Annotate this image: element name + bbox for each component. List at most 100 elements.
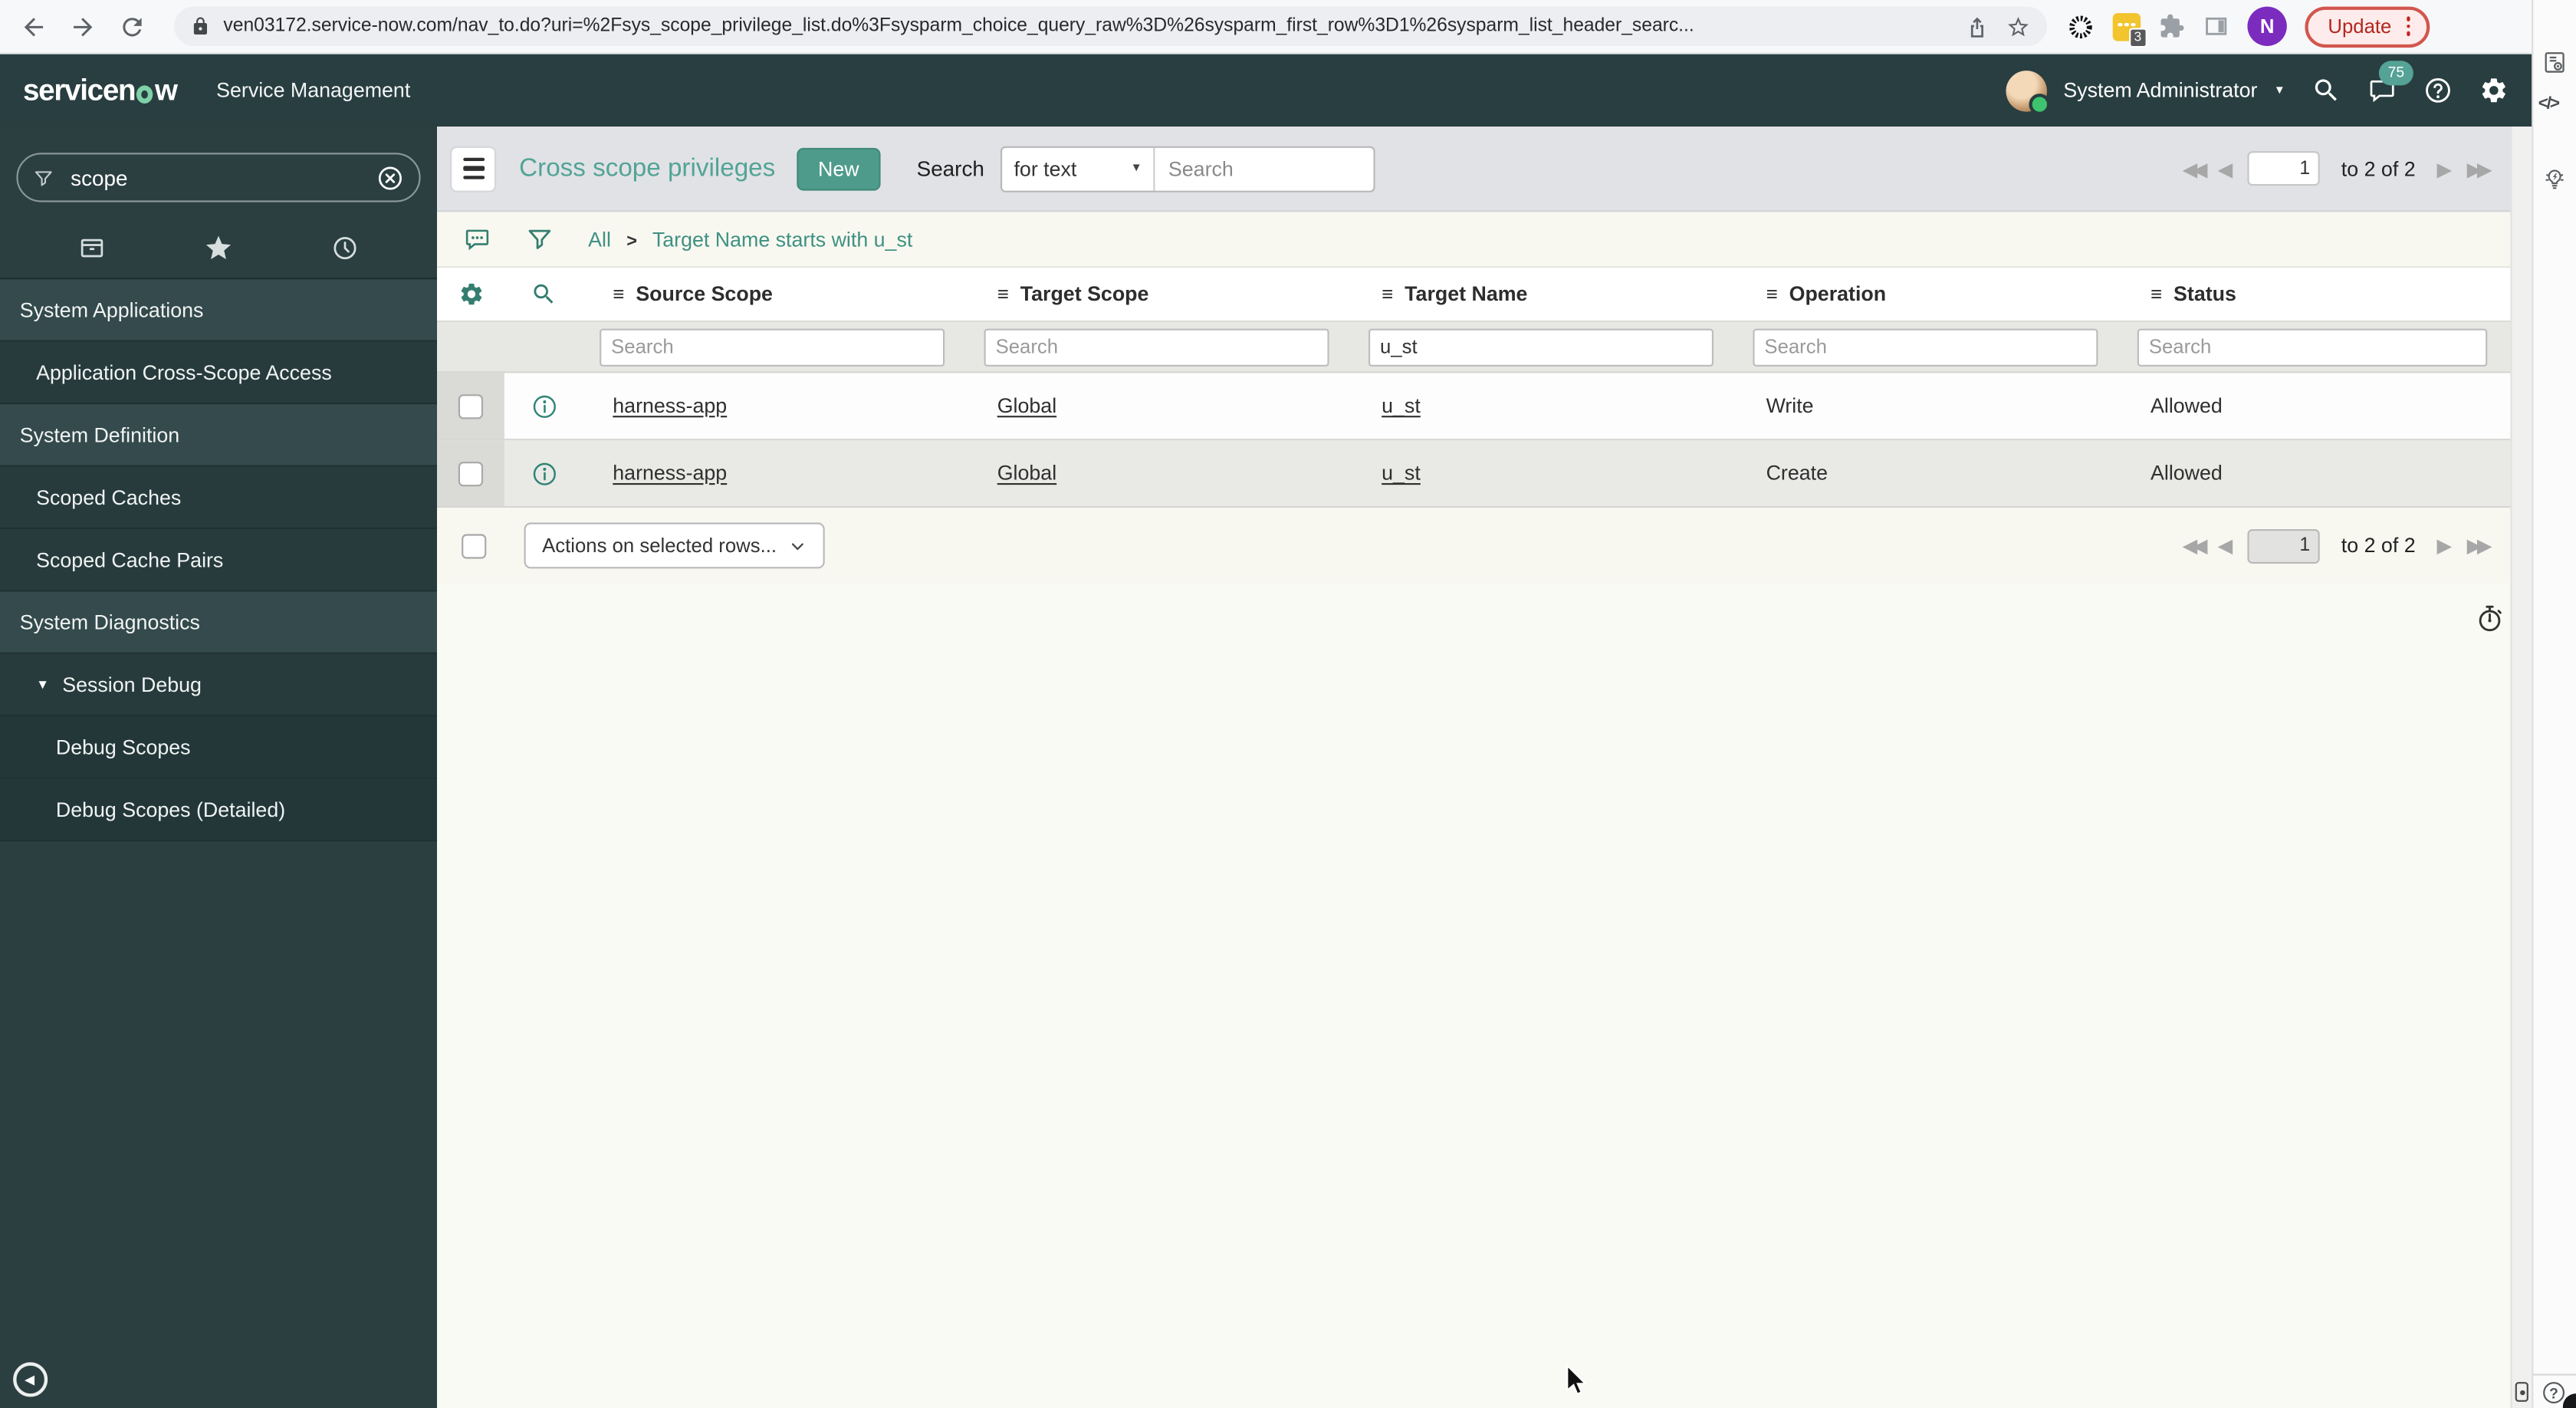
breadcrumb: All > Target Name starts with u_st [588, 228, 912, 251]
navigator-filter-input[interactable] [67, 163, 363, 192]
cell-target-scope-link[interactable]: Global [968, 373, 1352, 439]
search-type-select[interactable]: for text ▼ [1002, 147, 1153, 190]
sidebar-collapse-button[interactable]: ◀ [13, 1362, 48, 1397]
row-checkbox[interactable] [458, 393, 483, 419]
column-menu-icon[interactable]: ≡ [1382, 283, 1393, 306]
previous-page-icon[interactable]: ◀ [2218, 534, 2233, 557]
favorites-star-icon[interactable] [204, 233, 234, 263]
reading-list-icon[interactable] [2542, 49, 2568, 75]
sidebar-item-scoped-cache-pairs[interactable]: Scoped Cache Pairs [0, 529, 437, 592]
column-label: Target Scope [1020, 282, 1149, 306]
last-page-icon[interactable]: ▶▶ [2467, 534, 2492, 557]
cell-target-name-link[interactable]: u_st [1352, 373, 1737, 439]
scrollbar-marker-icon[interactable] [2515, 1382, 2528, 1402]
column-header-source-scope[interactable]: ≡ Source Scope [583, 268, 968, 321]
extensions-puzzle-icon[interactable] [2159, 13, 2185, 39]
user-menu[interactable]: System Administrator [2063, 79, 2257, 102]
side-panel-icon[interactable] [2203, 13, 2229, 39]
new-button[interactable]: New [797, 146, 881, 190]
filter-funnel-icon [33, 167, 54, 189]
breadcrumb-funnel-icon[interactable] [526, 225, 554, 253]
browser-back-icon[interactable] [20, 12, 48, 40]
application-navigator: System Applications Application Cross-Sc… [0, 127, 437, 1408]
code-icon[interactable]: </> [2538, 94, 2560, 113]
cell-source-scope-link[interactable]: harness-app [583, 373, 968, 439]
breadcrumb-filter-link[interactable]: Target Name starts with u_st [652, 228, 912, 251]
column-header-operation[interactable]: ≡ Operation [1737, 268, 2121, 321]
next-page-icon[interactable]: ▶ [2436, 157, 2452, 180]
help-icon[interactable] [2423, 76, 2453, 106]
list-settings-gear-icon[interactable] [458, 281, 484, 307]
servicenow-logo[interactable]: servicen w [23, 73, 178, 107]
column-menu-icon[interactable]: ≡ [613, 283, 624, 306]
row-checkbox[interactable] [458, 461, 483, 486]
sidebar-section-system-diagnostics[interactable]: System Diagnostics [0, 591, 437, 654]
column-menu-icon[interactable]: ≡ [2150, 283, 2162, 306]
strip-divider [2533, 1373, 2576, 1376]
column-menu-icon[interactable]: ≡ [1766, 283, 1778, 306]
url-text[interactable]: ven03172.service-now.com/nav_to.do?uri=%… [223, 16, 1951, 36]
response-time-stopwatch-icon[interactable] [2474, 603, 2505, 634]
column-header-target-scope[interactable]: ≡ Target Scope [968, 268, 1352, 321]
history-clock-icon[interactable] [330, 233, 360, 263]
browser-forward-icon[interactable] [69, 12, 97, 40]
column-header-target-name[interactable]: ≡ Target Name [1352, 268, 1737, 321]
record-info-icon[interactable] [530, 392, 557, 419]
chrome-update-button[interactable]: Update [2305, 5, 2430, 48]
filter-operation-input[interactable] [1753, 327, 2098, 366]
user-avatar[interactable] [2006, 70, 2051, 114]
breadcrumb-all-link[interactable]: All [588, 228, 611, 251]
page-number-input[interactable] [2247, 151, 2320, 186]
filter-status-input[interactable] [2137, 327, 2488, 366]
sidebar-item-debug-scopes[interactable]: Debug Scopes [0, 716, 437, 779]
list-search-input[interactable] [1153, 146, 1374, 190]
browser-profile-avatar[interactable]: N [2247, 6, 2287, 47]
cell-source-scope-link[interactable]: harness-app [583, 440, 968, 506]
vertical-scrollbar[interactable] [2510, 127, 2532, 1408]
address-bar[interactable]: ven03172.service-now.com/nav_to.do?uri=%… [174, 6, 2048, 47]
column-menu-icon[interactable]: ≡ [997, 283, 1009, 306]
sidebar-section-system-applications[interactable]: System Applications [0, 279, 437, 342]
clear-filter-icon[interactable] [376, 163, 404, 191]
actions-select[interactable]: Actions on selected rows... [524, 522, 825, 569]
column-header-status[interactable]: ≡ Status [2121, 268, 2510, 321]
sidebar-item-debug-scopes-detailed[interactable]: Debug Scopes (Detailed) [0, 778, 437, 842]
bookmark-star-icon[interactable] [2006, 14, 2030, 38]
extension-spinner-icon[interactable] [2067, 12, 2095, 40]
sidebar-group-session-debug[interactable]: ▼ Session Debug [0, 653, 437, 717]
filter-target-name-input[interactable] [1368, 327, 1714, 366]
last-page-icon[interactable]: ▶▶ [2467, 157, 2492, 180]
expand-triangle-icon[interactable]: ▼ [36, 677, 49, 692]
global-search-icon[interactable] [2312, 76, 2341, 106]
column-search-toggle-icon[interactable] [531, 281, 557, 307]
user-menu-caret-icon[interactable]: ▼ [2274, 84, 2285, 96]
lightbulb-icon[interactable] [2542, 166, 2568, 192]
list-title[interactable]: Cross scope privileges [519, 153, 775, 183]
connect-chat-button[interactable]: 75 [2367, 61, 2413, 105]
extension-badge: 3 [2128, 27, 2147, 48]
navigator-filter[interactable] [16, 153, 421, 202]
extension-yellow-icon[interactable]: 3 [2112, 12, 2147, 48]
list-context-menu-button[interactable] [450, 145, 497, 192]
first-page-icon[interactable]: ◀◀ [2183, 157, 2208, 180]
all-applications-icon[interactable] [77, 233, 107, 263]
cell-target-scope-link[interactable]: Global [968, 440, 1352, 506]
previous-page-icon[interactable]: ◀ [2218, 157, 2233, 180]
browser-reload-icon[interactable] [118, 12, 146, 40]
page-number-input[interactable] [2247, 528, 2320, 563]
next-page-icon[interactable]: ▶ [2436, 534, 2452, 557]
filter-target-scope-input[interactable] [984, 327, 1329, 366]
sidebar-section-system-definition[interactable]: System Definition [0, 404, 437, 467]
list-chat-icon[interactable] [463, 225, 491, 253]
filter-source-scope-input[interactable] [600, 327, 945, 366]
help-question-icon[interactable]: ? [2543, 1382, 2564, 1403]
first-page-icon[interactable]: ◀◀ [2183, 534, 2208, 557]
sidebar-item-scoped-caches[interactable]: Scoped Caches [0, 466, 437, 529]
record-info-icon[interactable] [530, 459, 557, 487]
sidebar-item-application-cross-scope-access[interactable]: Application Cross-Scope Access [0, 341, 437, 405]
select-all-checkbox[interactable] [462, 533, 487, 558]
cell-target-name-link[interactable]: u_st [1352, 440, 1737, 506]
browser-menu-icon[interactable] [2406, 16, 2411, 36]
settings-gear-icon[interactable] [2479, 76, 2509, 106]
share-icon[interactable] [1965, 14, 1990, 38]
